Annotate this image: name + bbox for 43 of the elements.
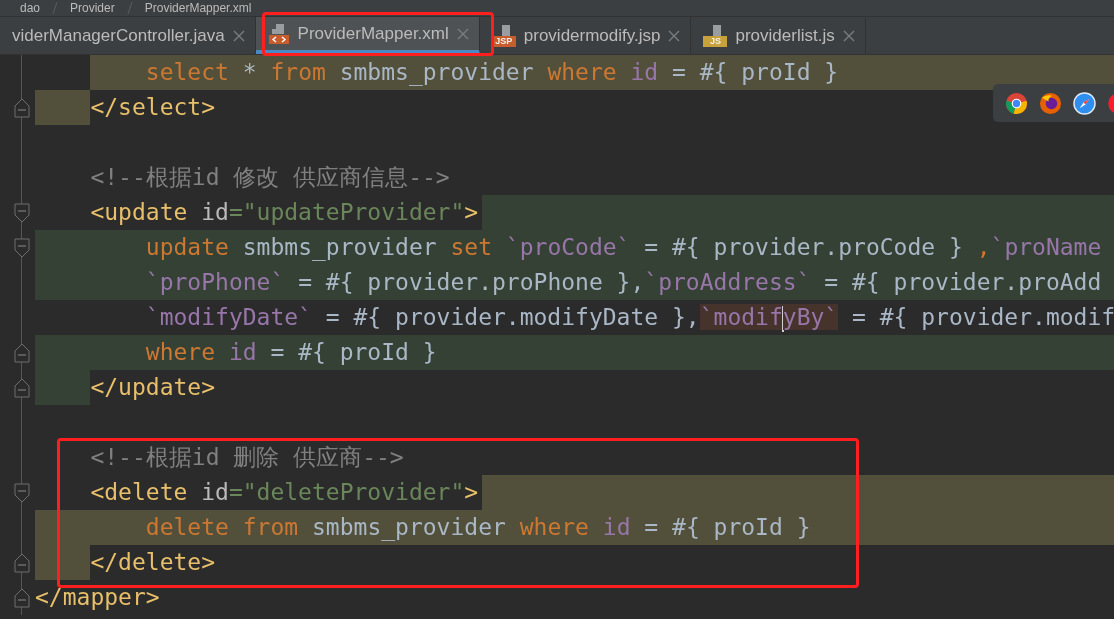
code-line: <!--根据id 删除 供应商--> [90,443,404,472]
code-line: `proPhone` = #{ provider.proPhone },`proAddress` = #{ provider.proAdd [145,268,1102,297]
fold-marker-icon[interactable] [14,342,30,363]
page-icon [501,24,510,36]
editor-tab[interactable]: JSP providermodify.jsp [479,17,692,54]
code-line: `modifyDate` = #{ provider.modifyDate },`modifyBy` = #{ provider.modif [145,303,1114,334]
chrome-icon[interactable] [1005,91,1028,115]
fold-marker-icon[interactable] [14,552,30,573]
code-line: </delete> [90,548,215,577]
file-type-badge: JSP [491,35,516,47]
compass-icon[interactable] [1073,91,1096,115]
editor-tab[interactable]: JS providerlist.js [691,17,866,54]
breadcrumb-item[interactable]: Provider [70,0,115,17]
code-line: <update id="updateProvider"> [90,198,479,227]
code-line: </select> [90,93,215,122]
fold-marker-icon[interactable] [14,482,30,503]
path-separator-icon [126,2,133,14]
file-type-badge: JS [703,35,728,47]
firefox-icon[interactable] [1039,91,1062,115]
close-icon[interactable] [842,29,855,42]
editor-tab[interactable]: viderManagerController.java [0,17,256,54]
code-line: update smbms_provider set `proCode` = #{ provider.proCode } ,`proName [145,233,1102,263]
page-icon [713,24,722,36]
breadcrumb-item[interactable]: ProviderMapper.xml [144,0,252,17]
code-line: where id = #{ proId } [145,338,437,367]
code-line: delete from smbms_provider where id = #{ proId } [145,513,811,543]
editor-tab[interactable]: ProviderMapper.xml [255,17,480,54]
code-line: <!--根据id 修改 供应商信息--> [90,163,450,192]
fold-marker-icon[interactable] [14,587,30,608]
code-line: </mapper> [35,583,160,612]
breadcrumb-item[interactable]: dao [20,0,41,17]
code-line: <delete id="deleteProvider"> [90,478,479,507]
code-line: </update> [90,373,215,402]
fold-marker-icon[interactable] [14,237,30,258]
path-separator-icon [52,2,59,14]
close-icon[interactable] [668,29,681,42]
close-icon[interactable] [456,27,469,40]
fold-marker-icon[interactable] [14,97,30,118]
fold-marker-icon[interactable] [14,377,30,398]
close-icon[interactable] [232,29,245,42]
code-line: select * from smbms_provider where id = #{ proId } [145,58,839,88]
file-icon [267,22,290,45]
fold-marker-icon[interactable] [14,202,30,223]
